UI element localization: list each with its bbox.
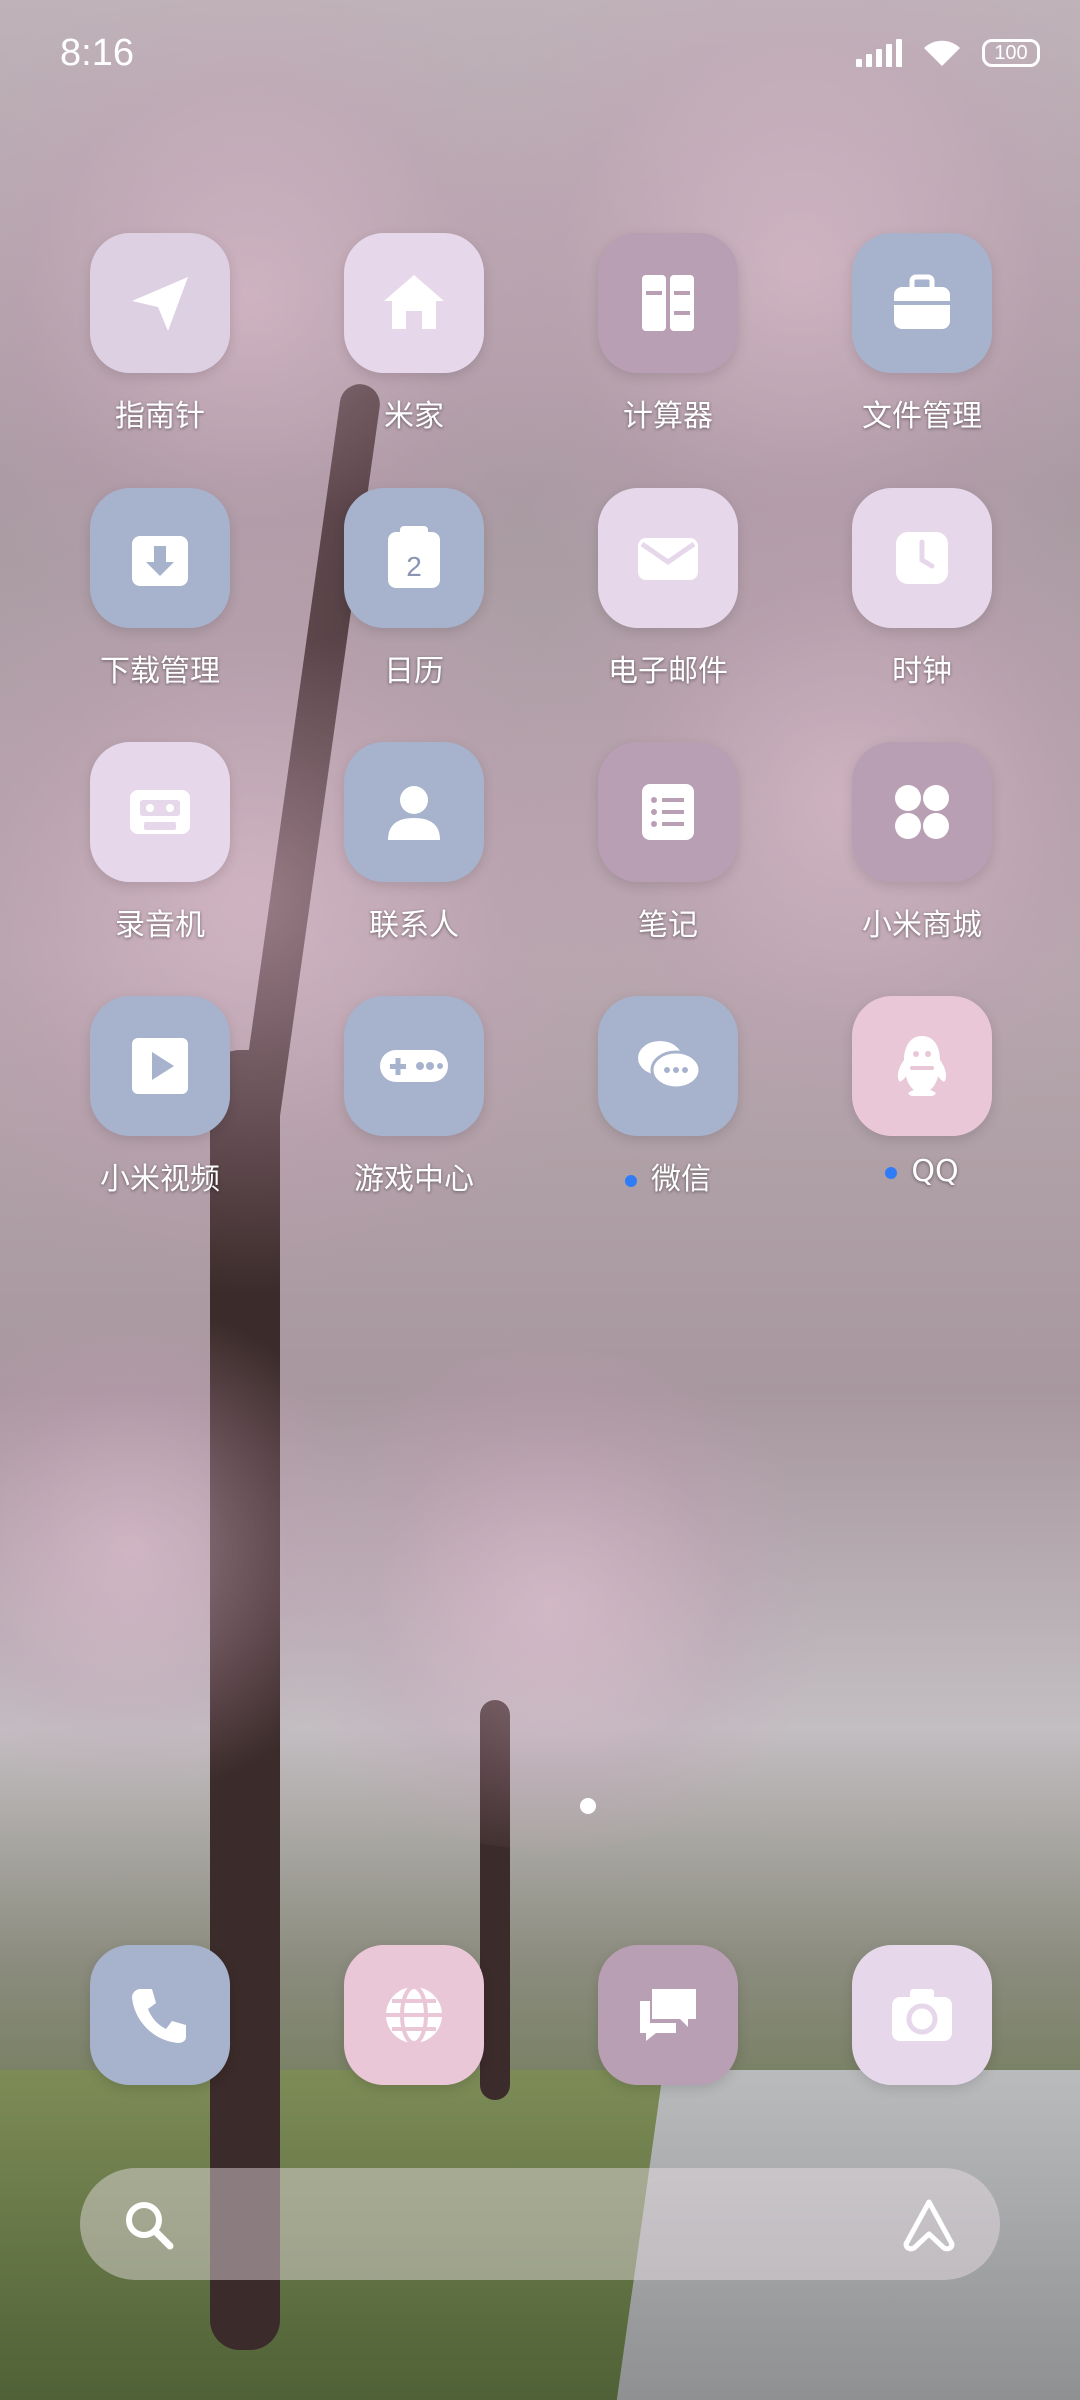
dock-messages[interactable] [598, 1945, 738, 2085]
app-label: 笔记 [638, 908, 698, 943]
app-label: 计算器 [623, 399, 713, 434]
app-email[interactable]: 电子邮件 [568, 488, 768, 708]
battery-icon: 100 [982, 39, 1040, 67]
search-bar[interactable] [80, 2168, 1000, 2280]
status-bar: 8:16 100 [0, 0, 1080, 110]
status-time: 8:16 [60, 32, 134, 74]
globe-icon [386, 1985, 442, 2045]
app-label: QQ [802, 1154, 1042, 1189]
play-icon[interactable] [90, 996, 230, 1136]
app-downloads[interactable]: 下载管理 [60, 488, 260, 708]
dock-camera[interactable] [852, 1945, 992, 2085]
calendar-date: 2 [406, 551, 422, 582]
calendar-icon[interactable]: 2 [344, 488, 484, 628]
download-box-icon[interactable] [90, 488, 230, 628]
new-notification-dot [885, 1166, 898, 1179]
new-notification-dot [625, 1174, 637, 1187]
person-icon[interactable] [344, 742, 484, 882]
messages-icon [640, 1989, 696, 2041]
cassette-icon[interactable] [90, 742, 230, 882]
app-label: 指南针 [115, 399, 205, 434]
gamepad-icon[interactable] [344, 996, 484, 1136]
briefcase-icon[interactable] [852, 233, 992, 373]
status-icons: 100 [856, 36, 1040, 70]
app-label: 录音机 [115, 908, 205, 943]
compass-icon[interactable] [90, 233, 230, 373]
mail-icon[interactable] [598, 488, 738, 628]
wifi-icon [924, 40, 960, 66]
app-mijia[interactable]: 米家 [314, 233, 514, 453]
page-indicator[interactable] [580, 1798, 596, 1814]
phone-icon [132, 1989, 186, 2043]
search-icon[interactable] [120, 2196, 176, 2252]
app-wechat[interactable]: 微信 [568, 996, 768, 1216]
app-compass[interactable]: 指南针 [60, 233, 260, 453]
app-label: 微信 [548, 1154, 788, 1198]
app-label: 游戏中心 [354, 1162, 474, 1197]
dock-phone[interactable] [90, 1945, 230, 2085]
app-calculator[interactable]: 计算器 [568, 233, 768, 453]
app-clock[interactable]: 时钟 [822, 488, 1022, 708]
assistant-icon[interactable] [898, 2194, 960, 2256]
battery-level: 100 [994, 41, 1028, 64]
penguin-icon[interactable] [852, 996, 992, 1136]
app-label: 时钟 [892, 654, 952, 689]
app-label: 小米视频 [100, 1162, 220, 1197]
home-screen: 8:16 100 指南针 米家 计算器 文件管理 下载管理 2 日历 电子邮件 … [0, 0, 1080, 2400]
home-icon[interactable] [344, 233, 484, 373]
app-label-text: QQ [911, 1154, 959, 1189]
app-game-center[interactable]: 游戏中心 [314, 996, 514, 1216]
app-file-manager[interactable]: 文件管理 [822, 233, 1022, 453]
app-label: 电子邮件 [608, 654, 728, 689]
camera-icon [892, 1989, 952, 2041]
app-calendar[interactable]: 2 日历 [314, 488, 514, 708]
dock-browser[interactable] [344, 1945, 484, 2085]
app-label: 米家 [384, 399, 444, 434]
app-label: 下载管理 [100, 654, 220, 689]
app-recorder[interactable]: 录音机 [60, 742, 260, 962]
calculator-icon[interactable] [598, 233, 738, 373]
app-label: 联系人 [369, 908, 459, 943]
app-contacts[interactable]: 联系人 [314, 742, 514, 962]
app-mi-store[interactable]: 小米商城 [822, 742, 1022, 962]
clock-icon[interactable] [852, 488, 992, 628]
app-label: 文件管理 [862, 399, 982, 434]
chat-bubbles-icon[interactable] [598, 996, 738, 1136]
signal-icon [856, 39, 902, 67]
app-notes[interactable]: 笔记 [568, 742, 768, 962]
app-mi-video[interactable]: 小米视频 [60, 996, 260, 1216]
app-qq[interactable]: QQ [822, 996, 1022, 1216]
app-label: 日历 [384, 654, 444, 689]
notes-icon[interactable] [598, 742, 738, 882]
four-dots-icon[interactable] [852, 742, 992, 882]
app-label-text: 微信 [651, 1162, 711, 1197]
app-label: 小米商城 [862, 908, 982, 943]
